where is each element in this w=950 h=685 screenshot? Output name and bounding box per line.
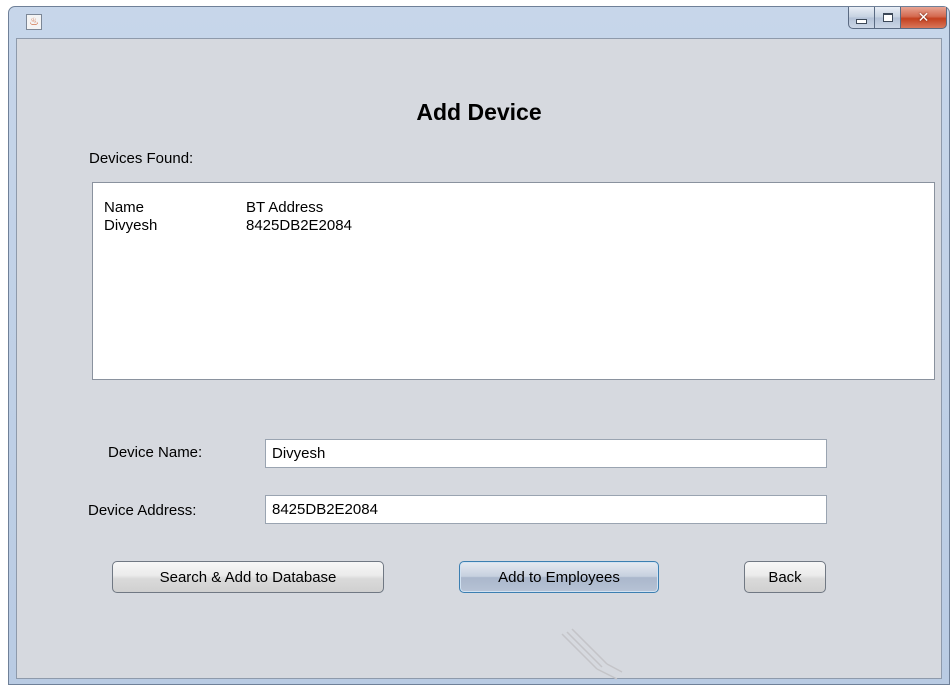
content-panel: Add Device Devices Found: Name BT Addres… bbox=[16, 38, 942, 680]
maximize-button[interactable] bbox=[875, 7, 901, 29]
window-controls: ✕ bbox=[848, 7, 947, 30]
device-name-label: Device Name: bbox=[108, 444, 203, 461]
devices-found-label: Devices Found: bbox=[89, 150, 194, 167]
device-name-input[interactable] bbox=[265, 439, 827, 468]
maximize-icon bbox=[882, 13, 893, 22]
column-header-bt-address: BT Address bbox=[246, 199, 324, 216]
list-item-name: Divyesh bbox=[104, 217, 158, 234]
device-address-input[interactable] bbox=[265, 495, 827, 524]
add-to-employees-button[interactable]: Add to Employees bbox=[459, 561, 659, 593]
device-address-label: Device Address: bbox=[88, 502, 197, 519]
devices-found-list[interactable]: Name BT Address Divyesh 8425DB2E2084 bbox=[92, 182, 935, 380]
minimize-icon bbox=[856, 18, 867, 24]
app-window: ♨ ✕ Add Device Devices Found: Name BT Ad… bbox=[8, 6, 950, 685]
back-button[interactable]: Back bbox=[744, 561, 826, 593]
close-button[interactable]: ✕ bbox=[901, 7, 947, 29]
watermark-graphic bbox=[561, 628, 623, 680]
list-item-address: 8425DB2E2084 bbox=[246, 217, 352, 234]
minimize-button[interactable] bbox=[848, 7, 875, 29]
screen: ♨ ✕ Add Device Devices Found: Name BT Ad… bbox=[0, 0, 950, 685]
search-add-database-button[interactable]: Search & Add to Database bbox=[112, 561, 384, 593]
page-title: Add Device bbox=[416, 99, 542, 125]
java-app-icon[interactable]: ♨ bbox=[26, 14, 42, 30]
title-bar[interactable]: ♨ ✕ bbox=[9, 7, 949, 38]
column-header-name: Name bbox=[104, 199, 145, 216]
close-icon: ✕ bbox=[917, 9, 930, 26]
